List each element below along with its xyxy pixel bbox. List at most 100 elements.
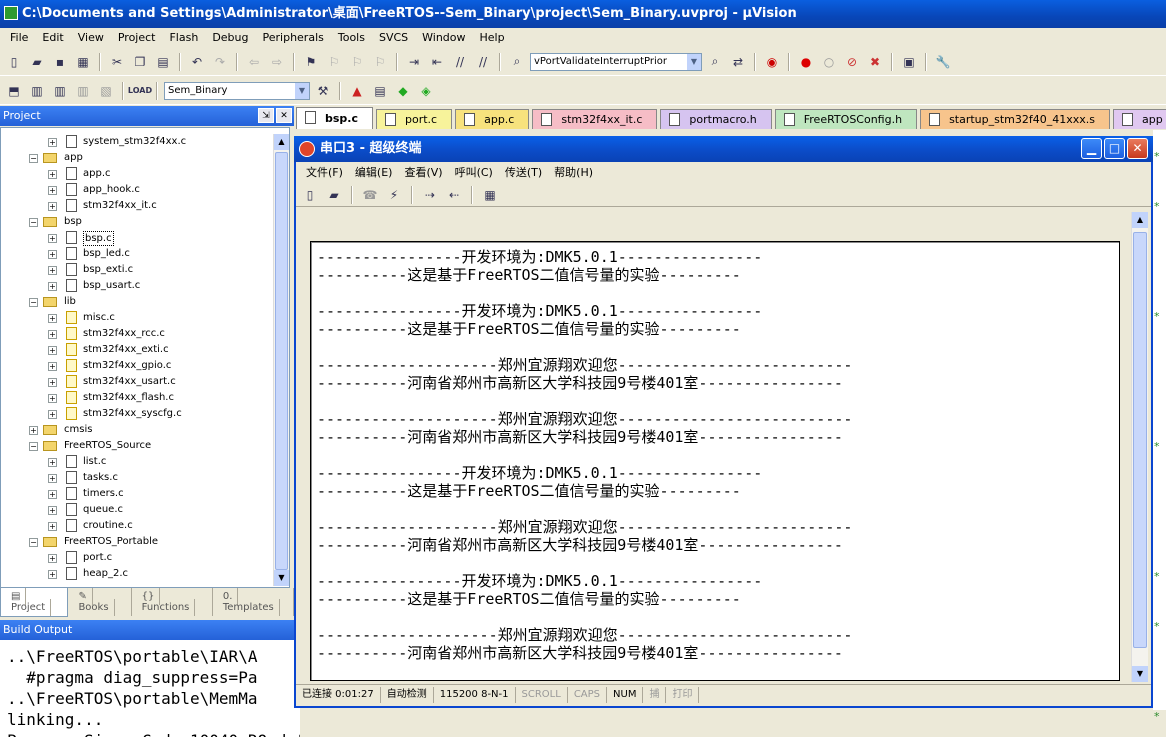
- file-tab[interactable]: app.c: [455, 109, 530, 129]
- file-tab[interactable]: app: [1113, 109, 1166, 129]
- tree-file[interactable]: + stm32f4xx_it.c: [1, 198, 273, 214]
- receive-file-icon[interactable]: ⇠: [444, 185, 464, 205]
- bookmark-next-icon[interactable]: ⚐: [347, 52, 367, 72]
- scroll-thumb[interactable]: [275, 152, 288, 570]
- terminal-menu-item[interactable]: 编辑(E): [349, 164, 399, 180]
- terminal-menu-item[interactable]: 传送(T): [499, 164, 548, 180]
- terminal-menu-item[interactable]: 文件(F): [300, 164, 349, 180]
- tree-file[interactable]: + bsp.c: [1, 230, 273, 246]
- expand-icon[interactable]: +: [48, 266, 57, 275]
- terminal-menu-item[interactable]: 呼叫(C): [449, 164, 499, 180]
- expand-icon[interactable]: +: [48, 378, 57, 387]
- run-time-env-icon[interactable]: ◈: [416, 81, 436, 101]
- translate-icon[interactable]: ⬒: [4, 81, 24, 101]
- menu-project[interactable]: Project: [111, 29, 163, 47]
- open-icon[interactable]: ▰: [324, 185, 344, 205]
- send-file-icon[interactable]: ⇢: [420, 185, 440, 205]
- expand-icon[interactable]: +: [48, 346, 57, 355]
- tree-file[interactable]: + app_hook.c: [1, 182, 273, 198]
- tree-file[interactable]: + stm32f4xx_flash.c: [1, 390, 273, 406]
- manage-components-icon[interactable]: ▲: [347, 81, 367, 101]
- collapse-icon[interactable]: −: [29, 154, 38, 163]
- redo-icon[interactable]: ↷: [210, 52, 230, 72]
- menu-tools[interactable]: Tools: [331, 29, 372, 47]
- collapse-icon[interactable]: −: [29, 298, 38, 307]
- file-tab[interactable]: stm32f4xx_it.c: [532, 109, 658, 129]
- tab-books[interactable]: ✎ Books: [68, 588, 132, 616]
- target-combo[interactable]: Sem_Binary ▼: [164, 81, 310, 100]
- tree-file[interactable]: + stm32f4xx_rcc.c: [1, 326, 273, 342]
- replace-icon[interactable]: ⇄: [728, 52, 748, 72]
- uncomment-icon[interactable]: //: [473, 52, 493, 72]
- maximize-button[interactable]: □: [1104, 138, 1125, 159]
- bookmark-clear-icon[interactable]: ⚐: [370, 52, 390, 72]
- tree-file[interactable]: + timers.c: [1, 486, 273, 502]
- tree-group[interactable]: − FreeRTOS_Source: [1, 438, 273, 454]
- tree-file[interactable]: + list.c: [1, 454, 273, 470]
- file-tab[interactable]: FreeRTOSConfig.h: [774, 109, 918, 129]
- comment-icon[interactable]: //: [450, 52, 470, 72]
- minimize-button[interactable]: ▁: [1081, 138, 1102, 159]
- expand-icon[interactable]: +: [48, 474, 57, 483]
- tree-file[interactable]: + croutine.c: [1, 518, 273, 534]
- breakpoint-disable-icon[interactable]: ○: [819, 52, 839, 72]
- tree-file[interactable]: + stm32f4xx_usart.c: [1, 374, 273, 390]
- open-file-icon[interactable]: ▰: [27, 52, 47, 72]
- scroll-up-icon[interactable]: ▲: [274, 134, 289, 150]
- tree-file[interactable]: + stm32f4xx_gpio.c: [1, 358, 273, 374]
- new-file-icon[interactable]: ▯: [4, 52, 24, 72]
- expand-icon[interactable]: +: [48, 186, 57, 195]
- expand-icon[interactable]: +: [48, 522, 57, 531]
- project-tree-scrollbar[interactable]: ▲ ▼: [273, 134, 289, 586]
- menu-window[interactable]: Window: [415, 29, 472, 47]
- stop-build-icon[interactable]: ▧: [96, 81, 116, 101]
- tree-file[interactable]: + system_stm32f4xx.c: [1, 134, 273, 150]
- window-layout-icon[interactable]: ▣: [899, 52, 919, 72]
- expand-icon[interactable]: +: [48, 250, 57, 259]
- expand-icon[interactable]: +: [48, 490, 57, 499]
- terminal-screen[interactable]: ----------------开发环境为:DMK5.0.1----------…: [310, 241, 1120, 681]
- tree-group[interactable]: − lib: [1, 294, 273, 310]
- chevron-down-icon[interactable]: ▼: [687, 53, 701, 70]
- file-tab[interactable]: bsp.c: [296, 107, 373, 129]
- paste-icon[interactable]: ▤: [153, 52, 173, 72]
- collapse-icon[interactable]: −: [29, 538, 38, 547]
- expand-icon[interactable]: +: [29, 426, 38, 435]
- expand-icon[interactable]: +: [48, 314, 57, 323]
- terminal-menu-item[interactable]: 查看(V): [398, 164, 448, 180]
- find-icon[interactable]: ⌕: [705, 52, 725, 72]
- function-combo[interactable]: vPortValidateInterruptPrior ▼: [530, 52, 702, 71]
- tree-file[interactable]: + stm32f4xx_exti.c: [1, 342, 273, 358]
- menu-flash[interactable]: Flash: [162, 29, 205, 47]
- expand-icon[interactable]: +: [48, 282, 57, 291]
- collapse-icon[interactable]: −: [29, 218, 38, 227]
- expand-icon[interactable]: +: [48, 170, 57, 179]
- tree-group[interactable]: − app: [1, 150, 273, 166]
- collapse-icon[interactable]: −: [29, 442, 38, 451]
- tab-project[interactable]: ▤ Project: [0, 587, 69, 617]
- tree-file[interactable]: + tasks.c: [1, 470, 273, 486]
- cut-icon[interactable]: ✂: [107, 52, 127, 72]
- tree-group[interactable]: − FreeRTOS_Portable: [1, 534, 273, 550]
- configure-wrench-icon[interactable]: 🔧: [933, 52, 953, 72]
- tree-group[interactable]: − bsp: [1, 214, 273, 230]
- expand-icon[interactable]: +: [48, 554, 57, 563]
- menu-view[interactable]: View: [71, 29, 111, 47]
- scroll-down-icon[interactable]: ▼: [274, 570, 289, 586]
- file-tab[interactable]: portmacro.h: [660, 109, 772, 129]
- expand-icon[interactable]: +: [48, 458, 57, 467]
- expand-icon[interactable]: +: [48, 234, 57, 243]
- tree-file[interactable]: + misc.c: [1, 310, 273, 326]
- menu-debug[interactable]: Debug: [205, 29, 255, 47]
- save-icon[interactable]: ▪: [50, 52, 70, 72]
- debug-session-icon[interactable]: ◉: [762, 52, 782, 72]
- tree-file[interactable]: + heap_2.c: [1, 566, 273, 582]
- terminal-menu-item[interactable]: 帮助(H): [548, 164, 599, 180]
- tree-file[interactable]: + bsp_led.c: [1, 246, 273, 262]
- file-tab[interactable]: port.c: [376, 109, 453, 129]
- menu-file[interactable]: File: [3, 29, 35, 47]
- save-all-icon[interactable]: ▦: [73, 52, 93, 72]
- undo-icon[interactable]: ↶: [187, 52, 207, 72]
- expand-icon[interactable]: +: [48, 570, 57, 579]
- menu-edit[interactable]: Edit: [35, 29, 70, 47]
